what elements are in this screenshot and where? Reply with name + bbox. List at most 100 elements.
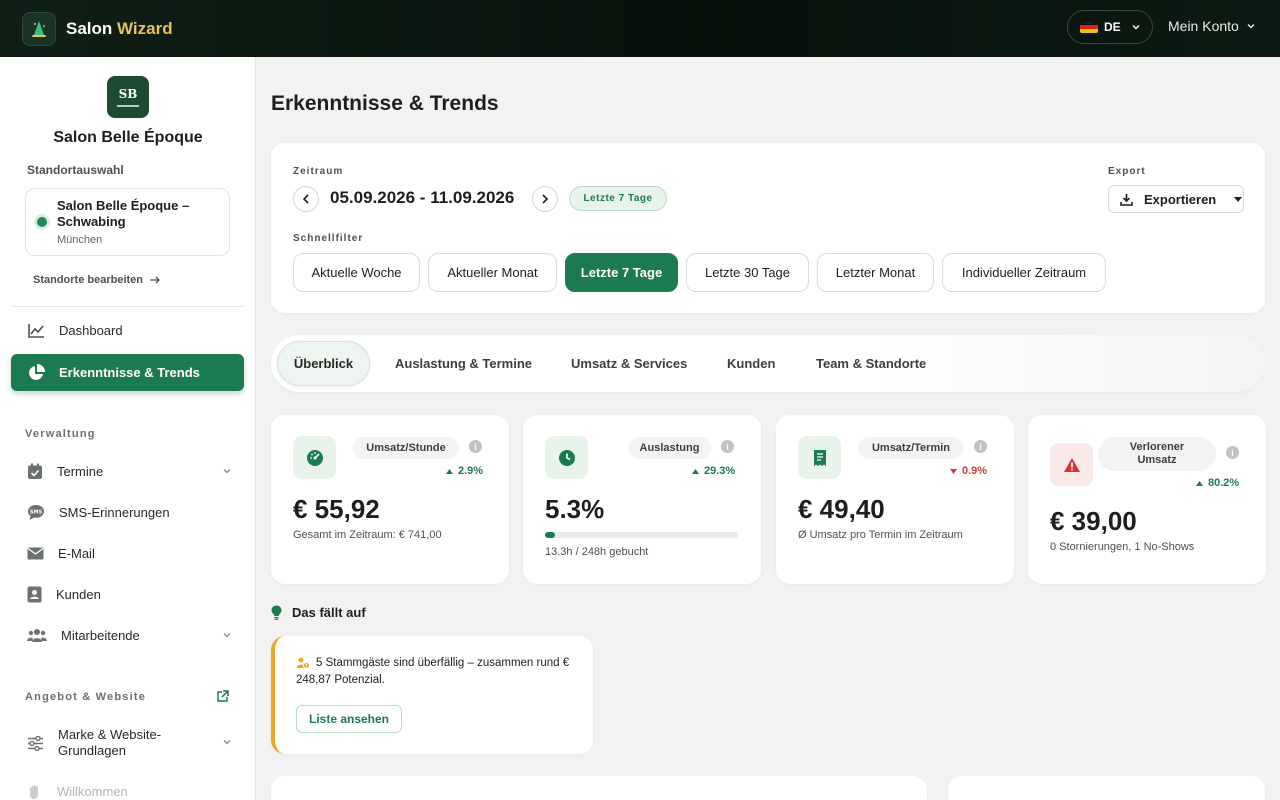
nav-welcome[interactable]: Willkommen [11, 773, 244, 800]
info-icon[interactable]: i [1226, 446, 1239, 459]
chevron-down-icon [223, 633, 231, 638]
pie-chart-icon [29, 363, 45, 380]
tab-customers[interactable]: Kunden [727, 335, 775, 392]
nav-sms-reminders[interactable]: SMS SMS-Erinnerungen [11, 494, 244, 531]
calendar-check-icon [28, 463, 42, 479]
nav-appointments[interactable]: Termine [11, 453, 244, 490]
kpi-subtext: Gesamt im Zeitraum: € 741,00 [293, 529, 442, 541]
location-city: München [57, 234, 103, 246]
kpi-subtext: Ø Umsatz pro Termin im Zeitraum [798, 529, 963, 541]
utilization-progress-bar [545, 532, 738, 538]
wizard-hat-icon[interactable] [22, 11, 56, 46]
sliders-icon [28, 735, 43, 751]
account-label: Mein Konto [1168, 18, 1239, 34]
page-title: Erkenntnisse & Trends [271, 92, 499, 115]
language-code: DE [1104, 20, 1121, 34]
period-badge: Letzte 7 Tage [569, 186, 667, 211]
clock-icon [545, 436, 588, 479]
quickfilter-last-7-days[interactable]: Letzte 7 Tage [565, 253, 678, 292]
insights-heading: Das fällt auf [271, 605, 366, 620]
chevron-right-icon [542, 194, 549, 204]
kpi-change: 29.3% [692, 465, 735, 477]
location-name: Salon Belle Époque – Schwabing [57, 198, 190, 229]
quickfilter-last-30-days[interactable]: Letzte 30 Tage [686, 253, 809, 292]
account-menu[interactable]: Mein Konto [1168, 18, 1256, 34]
period-label: Zeitraum [293, 166, 344, 177]
info-icon[interactable]: i [974, 440, 987, 453]
location-selector[interactable]: Salon Belle Époque – Schwabing München [25, 188, 230, 256]
language-selector[interactable]: DE [1067, 10, 1153, 44]
kpi-label: Verlorener Umsatz [1098, 437, 1216, 471]
edit-locations-link[interactable]: Standorte bearbeiten [33, 274, 161, 286]
kpi-change: 80.2% [1196, 477, 1239, 489]
lightbulb-icon [271, 605, 282, 620]
next-period-button[interactable] [532, 186, 558, 212]
bottom-card-right [948, 776, 1265, 800]
external-link-icon[interactable] [216, 690, 229, 703]
caret-down-icon [1234, 196, 1243, 202]
triangle-up-icon [692, 468, 699, 474]
tab-team-locations[interactable]: Team & Standorte [816, 335, 926, 392]
nav-group-admin: Verwaltung [25, 428, 96, 440]
kpi-subtext: 13.3h / 248h gebucht [545, 546, 649, 558]
kpi-card-utilization: Auslastung i 29.3% 5.3% 13.3h / 248h geb… [523, 415, 761, 584]
kpi-card-lost-revenue: Verlorener Umsatz i 80.2% € 39,00 0 Stor… [1028, 415, 1266, 584]
tab-revenue-services[interactable]: Umsatz & Services [571, 335, 687, 392]
kpi-value: € 55,92 [293, 494, 380, 524]
previous-period-button[interactable] [293, 186, 319, 212]
speedometer-icon [293, 436, 336, 479]
insights-tabs: Überblick Auslastung & Termine Umsatz & … [271, 335, 1265, 392]
chevron-down-icon [1247, 24, 1255, 29]
kpi-subtext: 0 Stornierungen, 1 No-Shows [1050, 541, 1195, 553]
kpi-label: Umsatz/Stunde [353, 437, 459, 459]
nav-dashboard[interactable]: Dashboard [11, 312, 244, 349]
nav-insights-trends[interactable]: Erkenntnisse & Trends [11, 354, 244, 391]
brand-name[interactable]: Salon Wizard [66, 19, 173, 39]
kpi-value: 5.3% [545, 494, 605, 524]
kpi-value: € 39,00 [1050, 506, 1137, 536]
quickfilter-current-month[interactable]: Aktueller Monat [428, 253, 557, 292]
top-bar: Salon Wizard DE Mein Konto [0, 0, 1280, 57]
quickfilter-current-week[interactable]: Aktuelle Woche [293, 253, 420, 292]
sms-icon: SMS [28, 505, 44, 520]
kpi-value: € 49,40 [798, 494, 885, 524]
nav-email[interactable]: E-Mail [11, 535, 244, 572]
period-range: 05.09.2026 - 11.09.2026 [330, 188, 515, 207]
nav-staff[interactable]: Mitarbeitende [11, 617, 244, 654]
main-content: Erkenntnisse & Trends Zeitraum 05.09.202… [256, 57, 1280, 800]
chevron-down-icon [1132, 25, 1140, 30]
export-button[interactable]: Exportieren [1108, 185, 1244, 213]
tab-utilization-appointments[interactable]: Auslastung & Termine [395, 335, 532, 392]
triangle-down-icon [950, 468, 957, 474]
receipt-icon [798, 436, 841, 479]
chevron-down-icon [223, 469, 231, 474]
sidebar: SB Salon Belle Époque Standortauswahl Sa… [0, 57, 256, 800]
salon-logo: SB [107, 76, 149, 118]
chevron-down-icon [223, 740, 231, 745]
kpi-label: Auslastung [628, 437, 711, 459]
view-list-button[interactable]: Liste ansehen [296, 705, 402, 733]
tab-overview[interactable]: Überblick [277, 341, 370, 386]
users-icon [27, 629, 47, 642]
triangle-up-icon [1196, 480, 1203, 486]
contact-card-icon [27, 586, 42, 603]
filter-card: Zeitraum 05.09.2026 - 11.09.2026 Letzte … [271, 143, 1265, 313]
quickfilter-custom-range[interactable]: Individueller Zeitraum [942, 253, 1106, 292]
kpi-card-revenue-per-hour: Umsatz/Stunde i 2.9% € 55,92 Gesamt im Z… [271, 415, 509, 584]
quickfilter-last-month[interactable]: Letzter Monat [817, 253, 934, 292]
location-section-label: Standortauswahl [27, 163, 124, 177]
warning-icon [1050, 443, 1093, 486]
download-icon [1120, 193, 1133, 206]
info-icon[interactable]: i [721, 440, 734, 453]
bottom-card-left [271, 776, 927, 800]
info-icon[interactable]: i [469, 440, 482, 453]
nav-customers[interactable]: Kunden [11, 576, 244, 613]
export-label: Export [1108, 166, 1146, 177]
kpi-change: 0.9% [950, 465, 987, 477]
envelope-icon [27, 547, 44, 560]
kpi-change: 2.9% [446, 465, 483, 477]
nav-brand-website[interactable]: Marke & Website-Grundlagen [11, 724, 244, 762]
svg-text:SMS: SMS [30, 510, 43, 516]
active-location-dot [37, 217, 47, 227]
kpi-label: Umsatz/Termin [858, 437, 964, 459]
